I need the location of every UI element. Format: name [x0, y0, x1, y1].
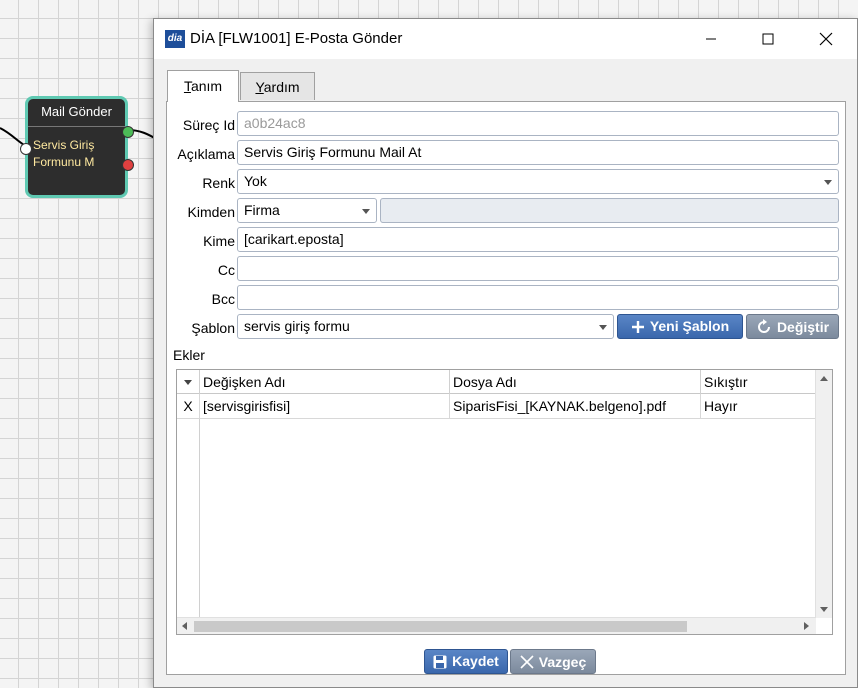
email-send-dialog: dia DİA [FLW1001] E-Posta Gönder Tanım Y…: [153, 18, 858, 688]
column-menu-button[interactable]: [177, 370, 200, 394]
minimize-button[interactable]: [682, 19, 740, 59]
chevron-down-icon: [824, 180, 832, 185]
close-icon: [819, 32, 833, 46]
floppy-disk-icon: [433, 655, 447, 668]
save-label: Kaydet: [452, 653, 499, 669]
attachments-grid: Değişken Adı Dosya Adı Sıkıştır X [servi…: [176, 369, 833, 635]
input-port[interactable]: [20, 143, 32, 155]
tab-tanim[interactable]: Tanım: [167, 70, 239, 102]
scroll-arrows-icon: [820, 376, 828, 612]
grid-header: Değişken Adı Dosya Adı Sıkıştır: [177, 370, 816, 394]
table-row[interactable]: X [servisgirisfisi] SiparisFisi_[KAYNAK.…: [177, 394, 816, 419]
from-select-value: Firma: [244, 202, 280, 218]
template-label: Şablon: [191, 320, 235, 336]
tab-hotkey: Y: [255, 79, 264, 95]
node-description: Servis Giriş Formunu M: [33, 137, 94, 171]
color-label: Renk: [202, 175, 235, 191]
minimize-icon: [706, 38, 716, 40]
column-header-compress[interactable]: Sıkıştır: [701, 370, 816, 394]
new-template-button[interactable]: Yeni Şablon: [617, 314, 743, 339]
horizontal-scrollbar[interactable]: [177, 617, 816, 634]
node-divider: [28, 126, 125, 127]
cc-field[interactable]: [237, 256, 839, 281]
window-title: DİA [FLW1001] E-Posta Gönder: [190, 30, 403, 47]
row-delete-marker[interactable]: X: [177, 394, 200, 419]
scroll-arrows-icon: [182, 622, 809, 630]
maximize-icon: [762, 33, 774, 45]
process-id-label: Süreç Id: [182, 117, 235, 133]
from-address-field[interactable]: [380, 198, 839, 223]
to-field[interactable]: [carikart.eposta]: [237, 227, 839, 252]
error-output-port[interactable]: [122, 159, 134, 171]
bcc-label: Bcc: [211, 291, 235, 307]
color-select-value: Yok: [244, 173, 267, 189]
success-output-port[interactable]: [122, 126, 134, 138]
attachments-label: Ekler: [173, 347, 205, 363]
description-field[interactable]: Servis Giriş Formunu Mail At: [237, 140, 839, 165]
new-template-label: Yeni Şablon: [649, 318, 730, 334]
close-icon: [520, 654, 534, 669]
cancel-label: Vazgeç: [538, 653, 587, 670]
title-bar: dia DİA [FLW1001] E-Posta Gönder: [154, 19, 857, 59]
tab-yardim[interactable]: Yardım: [240, 72, 315, 100]
process-id-field[interactable]: a0b24ac8: [237, 111, 839, 136]
from-label: Kimden: [187, 204, 235, 220]
template-select[interactable]: servis giriş formu: [237, 314, 614, 339]
row-gutter: [177, 394, 200, 618]
vertical-scrollbar[interactable]: [815, 370, 832, 618]
app-logo-icon: dia: [165, 30, 185, 48]
column-header-variable[interactable]: Değişken Adı: [200, 370, 450, 394]
node-description-line: Servis Giriş: [33, 138, 95, 152]
to-label: Kime: [203, 233, 235, 249]
column-header-file[interactable]: Dosya Adı: [450, 370, 701, 394]
from-select[interactable]: Firma: [237, 198, 377, 223]
node-description-line: Formunu M: [33, 155, 95, 169]
tab-label: anım: [190, 78, 223, 94]
cancel-button[interactable]: Vazgeç: [510, 649, 596, 674]
description-label: Açıklama: [177, 146, 235, 162]
maximize-button[interactable]: [739, 19, 797, 59]
definition-panel: Süreç Id a0b24ac8 Açıklama Servis Giriş …: [166, 101, 846, 675]
tab-label: ardım: [263, 79, 300, 95]
bcc-field[interactable]: [237, 285, 839, 310]
plus-icon: [631, 320, 644, 333]
refresh-icon: [757, 318, 770, 333]
close-button[interactable]: [797, 19, 855, 59]
chevron-down-icon: [599, 325, 607, 330]
cc-label: Cc: [217, 262, 235, 278]
workflow-node-mail-send[interactable]: Mail Gönder Servis Giriş Formunu M: [20, 96, 134, 198]
color-select[interactable]: Yok: [237, 169, 839, 194]
cell-variable[interactable]: [servisgirisfisi]: [200, 394, 450, 419]
cell-compress[interactable]: Hayır: [701, 394, 816, 419]
caret-down-icon: [184, 380, 192, 385]
save-button[interactable]: Kaydet: [424, 649, 508, 674]
tab-hotkey: T: [183, 78, 191, 94]
cell-file[interactable]: SiparisFisi_[KAYNAK.belgeno].pdf: [450, 394, 701, 419]
node-title: Mail Gönder: [41, 104, 112, 119]
change-template-label: Değiştir: [776, 318, 830, 335]
template-select-value: servis giriş formu: [244, 318, 350, 334]
change-template-button[interactable]: Değiştir: [746, 314, 839, 339]
chevron-down-icon: [362, 209, 370, 214]
